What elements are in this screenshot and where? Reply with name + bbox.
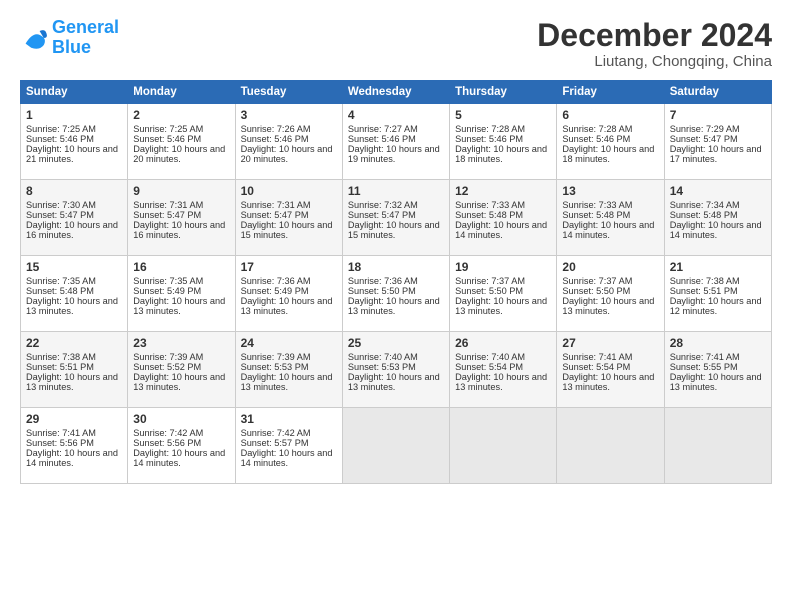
table-row: 24Sunrise: 7:39 AMSunset: 5:53 PMDayligh… <box>235 332 342 408</box>
table-row: 28Sunrise: 7:41 AMSunset: 5:55 PMDayligh… <box>664 332 771 408</box>
table-row: 12Sunrise: 7:33 AMSunset: 5:48 PMDayligh… <box>450 180 557 256</box>
month-title: December 2024 <box>537 18 772 53</box>
location-subtitle: Liutang, Chongqing, China <box>537 53 772 70</box>
table-row <box>557 408 664 484</box>
col-thursday: Thursday <box>450 81 557 104</box>
calendar-week-4: 22Sunrise: 7:38 AMSunset: 5:51 PMDayligh… <box>21 332 772 408</box>
logo-name-part2: Blue <box>52 37 91 57</box>
calendar-table: Sunday Monday Tuesday Wednesday Thursday… <box>20 80 772 484</box>
calendar-week-3: 15Sunrise: 7:35 AMSunset: 5:48 PMDayligh… <box>21 256 772 332</box>
table-row: 8Sunrise: 7:30 AMSunset: 5:47 PMDaylight… <box>21 180 128 256</box>
table-row <box>450 408 557 484</box>
calendar-week-5: 29Sunrise: 7:41 AMSunset: 5:56 PMDayligh… <box>21 408 772 484</box>
col-friday: Friday <box>557 81 664 104</box>
table-row: 7Sunrise: 7:29 AMSunset: 5:47 PMDaylight… <box>664 104 771 180</box>
table-row: 1Sunrise: 7:25 AMSunset: 5:46 PMDaylight… <box>21 104 128 180</box>
table-row: 9Sunrise: 7:31 AMSunset: 5:47 PMDaylight… <box>128 180 235 256</box>
table-row: 10Sunrise: 7:31 AMSunset: 5:47 PMDayligh… <box>235 180 342 256</box>
col-saturday: Saturday <box>664 81 771 104</box>
table-row: 27Sunrise: 7:41 AMSunset: 5:54 PMDayligh… <box>557 332 664 408</box>
table-row: 16Sunrise: 7:35 AMSunset: 5:49 PMDayligh… <box>128 256 235 332</box>
logo-name-part1: General <box>52 17 119 37</box>
table-row: 23Sunrise: 7:39 AMSunset: 5:52 PMDayligh… <box>128 332 235 408</box>
col-tuesday: Tuesday <box>235 81 342 104</box>
header: General Blue December 2024 Liutang, Chon… <box>20 18 772 70</box>
table-row: 14Sunrise: 7:34 AMSunset: 5:48 PMDayligh… <box>664 180 771 256</box>
table-row: 26Sunrise: 7:40 AMSunset: 5:54 PMDayligh… <box>450 332 557 408</box>
calendar-header: Sunday Monday Tuesday Wednesday Thursday… <box>21 81 772 104</box>
col-monday: Monday <box>128 81 235 104</box>
header-row: Sunday Monday Tuesday Wednesday Thursday… <box>21 81 772 104</box>
col-wednesday: Wednesday <box>342 81 449 104</box>
calendar-week-2: 8Sunrise: 7:30 AMSunset: 5:47 PMDaylight… <box>21 180 772 256</box>
table-row: 30Sunrise: 7:42 AMSunset: 5:56 PMDayligh… <box>128 408 235 484</box>
table-row: 22Sunrise: 7:38 AMSunset: 5:51 PMDayligh… <box>21 332 128 408</box>
calendar-page: General Blue December 2024 Liutang, Chon… <box>0 0 792 612</box>
table-row <box>664 408 771 484</box>
table-row: 11Sunrise: 7:32 AMSunset: 5:47 PMDayligh… <box>342 180 449 256</box>
logo: General Blue <box>20 18 119 58</box>
table-row: 2Sunrise: 7:25 AMSunset: 5:46 PMDaylight… <box>128 104 235 180</box>
table-row: 6Sunrise: 7:28 AMSunset: 5:46 PMDaylight… <box>557 104 664 180</box>
table-row: 15Sunrise: 7:35 AMSunset: 5:48 PMDayligh… <box>21 256 128 332</box>
table-row: 29Sunrise: 7:41 AMSunset: 5:56 PMDayligh… <box>21 408 128 484</box>
title-block: December 2024 Liutang, Chongqing, China <box>537 18 772 70</box>
table-row <box>342 408 449 484</box>
table-row: 13Sunrise: 7:33 AMSunset: 5:48 PMDayligh… <box>557 180 664 256</box>
table-row: 4Sunrise: 7:27 AMSunset: 5:46 PMDaylight… <box>342 104 449 180</box>
table-row: 17Sunrise: 7:36 AMSunset: 5:49 PMDayligh… <box>235 256 342 332</box>
logo-icon <box>20 24 48 52</box>
table-row: 3Sunrise: 7:26 AMSunset: 5:46 PMDaylight… <box>235 104 342 180</box>
table-row: 19Sunrise: 7:37 AMSunset: 5:50 PMDayligh… <box>450 256 557 332</box>
table-row: 18Sunrise: 7:36 AMSunset: 5:50 PMDayligh… <box>342 256 449 332</box>
calendar-week-1: 1Sunrise: 7:25 AMSunset: 5:46 PMDaylight… <box>21 104 772 180</box>
table-row: 21Sunrise: 7:38 AMSunset: 5:51 PMDayligh… <box>664 256 771 332</box>
table-row: 20Sunrise: 7:37 AMSunset: 5:50 PMDayligh… <box>557 256 664 332</box>
table-row: 5Sunrise: 7:28 AMSunset: 5:46 PMDaylight… <box>450 104 557 180</box>
table-row: 31Sunrise: 7:42 AMSunset: 5:57 PMDayligh… <box>235 408 342 484</box>
col-sunday: Sunday <box>21 81 128 104</box>
calendar-body: 1Sunrise: 7:25 AMSunset: 5:46 PMDaylight… <box>21 104 772 484</box>
table-row: 25Sunrise: 7:40 AMSunset: 5:53 PMDayligh… <box>342 332 449 408</box>
